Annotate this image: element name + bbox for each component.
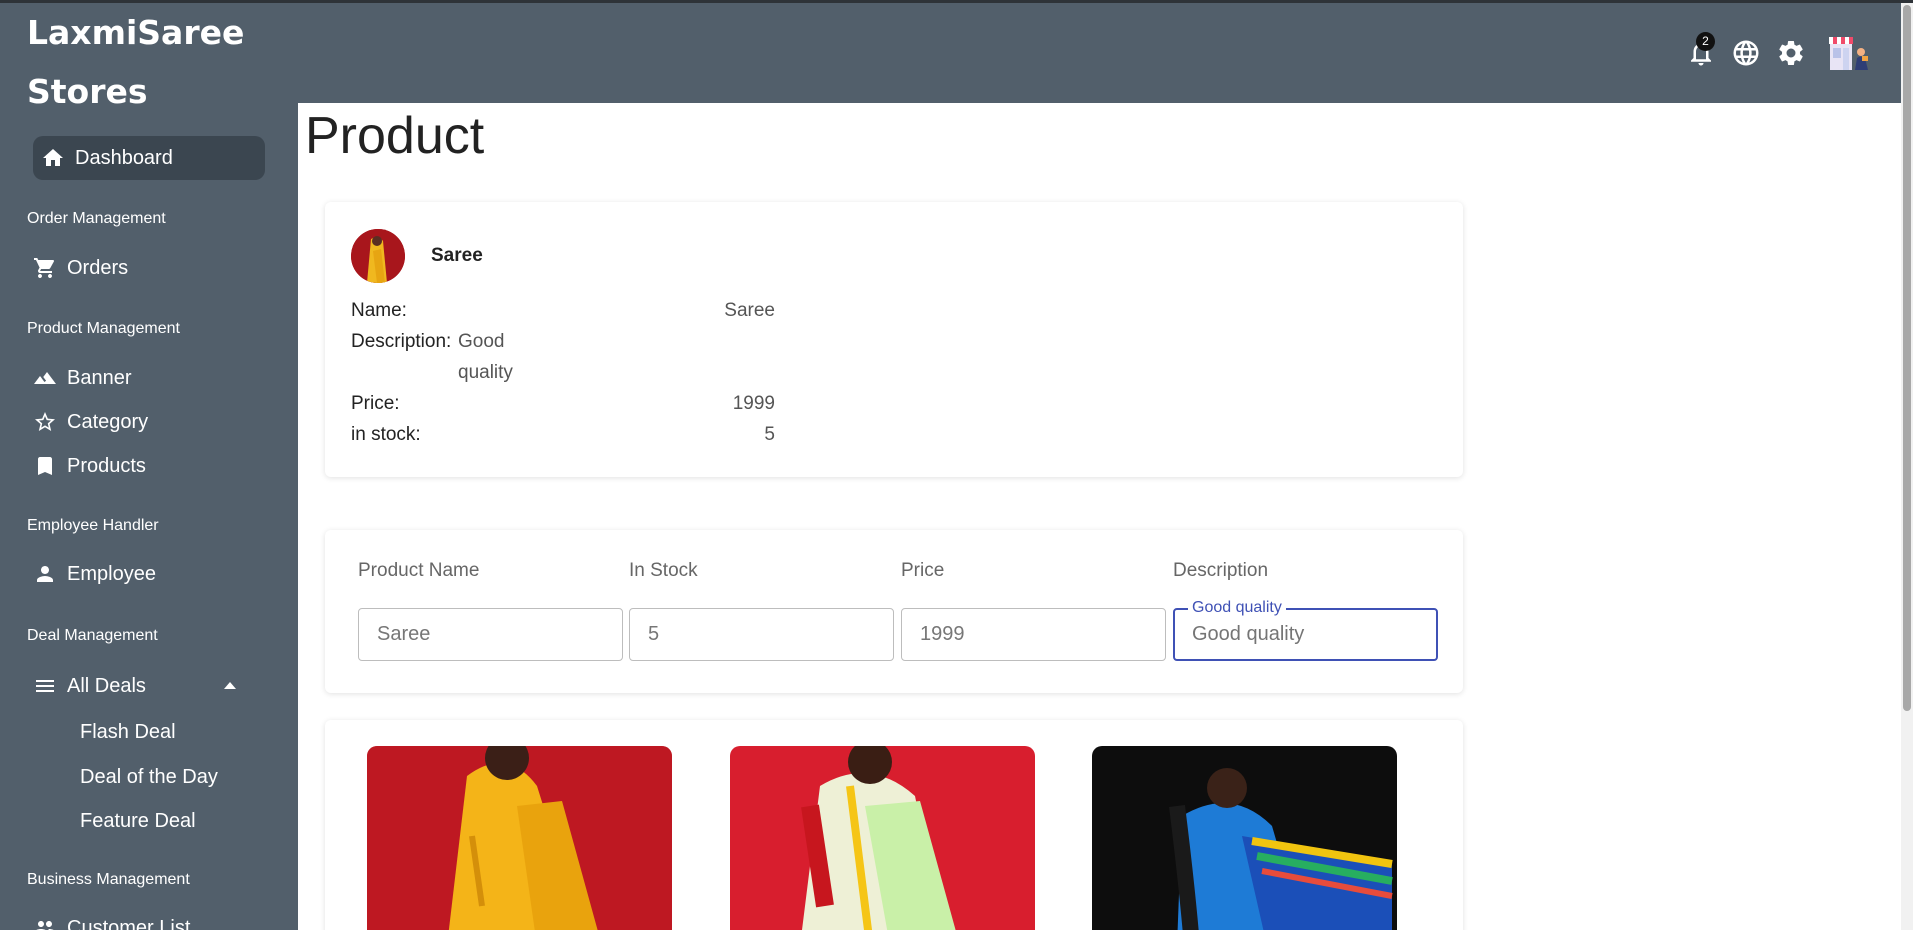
saree-thumbnail-image: [351, 229, 405, 283]
sidebar-item-orders[interactable]: Orders: [33, 246, 128, 290]
shop-avatar-icon: [1829, 37, 1868, 70]
description-label: Description:: [351, 331, 452, 352]
sidebar: LaxmiSaree Stores Dashboard Order Manage…: [0, 3, 298, 930]
page-title: Product: [305, 107, 485, 165]
brand-line-2: Stores: [27, 72, 148, 111]
user-avatar[interactable]: [1826, 28, 1872, 74]
chevron-up-icon[interactable]: [224, 682, 236, 689]
sidebar-item-label: Products: [67, 454, 146, 477]
sidebar-subitem-feature-deal[interactable]: Feature Deal: [80, 810, 196, 833]
sidebar-item-label: Orders: [67, 256, 129, 279]
sidebar-item-banner[interactable]: Banner: [33, 356, 132, 400]
price-value: 1999: [732, 393, 775, 414]
sidebar-item-label: All Deals: [67, 674, 146, 697]
menu-icon: [36, 680, 54, 692]
saree-green-image: [730, 746, 1035, 930]
home-icon: [43, 149, 63, 166]
sidebar-item-label: Dashboard: [75, 146, 173, 169]
settings-button[interactable]: [1776, 38, 1806, 68]
saree-blue-image: [1092, 746, 1397, 930]
bookmark-icon: [38, 457, 52, 475]
saree-yellow-image: [367, 746, 672, 930]
product-avatar: [351, 229, 405, 283]
top-header-bar: [298, 3, 1901, 103]
sidebar-item-customer-list[interactable]: Customer List: [33, 906, 190, 930]
sidebar-item-label: Customer List: [67, 916, 191, 930]
section-label-business-management: Business Management: [27, 871, 190, 888]
product-name-label: Product Name: [358, 560, 480, 581]
brand-logo-text: LaxmiSaree Stores: [27, 3, 244, 121]
sidebar-item-label: Employee: [67, 562, 156, 585]
landscape-icon: [34, 372, 56, 384]
product-image-2[interactable]: [730, 746, 1035, 930]
sidebar-item-employee[interactable]: Employee: [33, 552, 156, 596]
section-label-deal-management: Deal Management: [27, 627, 158, 644]
price-input[interactable]: [901, 608, 1166, 661]
sidebar-subitem-deal-of-the-day[interactable]: Deal of the Day: [80, 766, 218, 789]
sidebar-item-all-deals[interactable]: All Deals: [33, 664, 146, 708]
price-field-label: Price: [901, 560, 945, 581]
app-root: LaxmiSaree Stores Dashboard Order Manage…: [0, 0, 1913, 930]
sidebar-item-label: Banner: [67, 366, 132, 389]
product-image-3[interactable]: [1092, 746, 1397, 930]
brand-line-1: LaxmiSaree: [27, 13, 245, 52]
name-label: Name:: [351, 300, 407, 321]
description-floating-label: Good quality: [1188, 599, 1286, 617]
product-detail-card: Saree Name: Saree Description: Good qual…: [325, 202, 1463, 477]
in-stock-input[interactable]: [629, 608, 894, 661]
description-field-label: Description: [1173, 560, 1269, 581]
star-outline-icon: [35, 412, 55, 431]
language-button[interactable]: [1731, 38, 1761, 68]
sidebar-item-category[interactable]: Category: [33, 400, 148, 444]
globe-icon: [1733, 40, 1759, 66]
price-label: Price:: [351, 393, 400, 414]
section-label-order-management: Order Management: [27, 210, 166, 227]
description-value-line-1: Good: [458, 331, 505, 352]
sidebar-subitem-flash-deal[interactable]: Flash Deal: [80, 721, 176, 744]
sidebar-item-products[interactable]: Products: [33, 444, 146, 488]
product-heading: Saree: [431, 245, 483, 266]
gear-icon: [1779, 40, 1803, 65]
stock-label: in stock:: [351, 424, 421, 445]
product-edit-form-card: Product Name In Stock Price Description …: [325, 530, 1463, 693]
scrollbar-thumb[interactable]: [1903, 5, 1911, 711]
notification-count-badge: 2: [1696, 32, 1715, 51]
cart-icon: [34, 258, 55, 278]
stock-value: 5: [764, 424, 775, 445]
product-name-input[interactable]: [358, 608, 623, 661]
product-image-1[interactable]: [367, 746, 672, 930]
in-stock-label: In Stock: [629, 560, 698, 581]
name-value: Saree: [724, 300, 775, 321]
people-icon: [36, 921, 54, 930]
description-value-line-2: quality: [458, 362, 513, 383]
section-label-employee-handler: Employee Handler: [27, 517, 159, 534]
person-icon: [37, 566, 53, 582]
sidebar-item-label: Category: [67, 410, 149, 433]
section-label-product-management: Product Management: [27, 320, 180, 337]
sidebar-item-dashboard[interactable]: Dashboard: [33, 136, 265, 180]
product-images-card: [325, 720, 1463, 930]
